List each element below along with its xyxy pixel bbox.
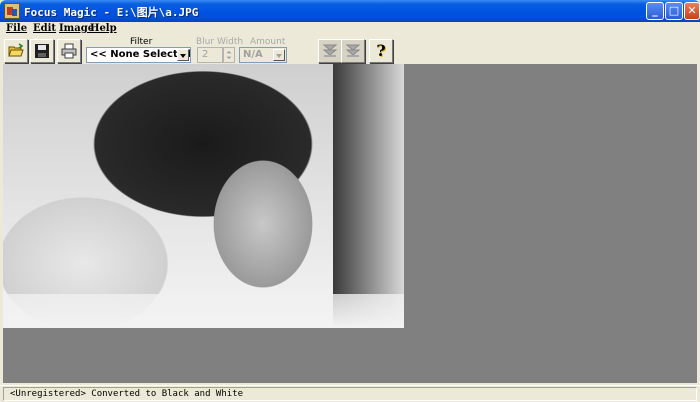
title-bar[interactable]: Focus Magic - E:\图片\a.JPG _ □ ✕ [0, 0, 700, 22]
focus-down-icon [345, 44, 361, 57]
help-question-icon: ? [376, 41, 386, 60]
chevron-down-icon[interactable] [273, 49, 285, 61]
image-workspace[interactable] [3, 64, 697, 383]
spin-arrows-icon [226, 50, 232, 60]
window-title: Focus Magic - E:\图片\a.JPG [24, 6, 199, 19]
focus-batch-button[interactable] [341, 39, 365, 63]
menu-file[interactable]: File [6, 23, 27, 34]
close-button[interactable]: ✕ [684, 2, 700, 20]
status-panel: <Unregistered> Converted to Black and Wh… [3, 387, 697, 401]
open-button[interactable] [4, 39, 28, 63]
save-button[interactable] [30, 39, 54, 63]
blur-width-spinner[interactable] [223, 47, 235, 63]
filter-selected-value: << None Selected >> [90, 49, 191, 60]
menu-edit[interactable]: Edit [33, 23, 56, 34]
help-button[interactable]: ? [369, 39, 393, 63]
app-icon[interactable] [4, 3, 20, 19]
status-text: <Unregistered> Converted to Black and Wh… [10, 389, 243, 399]
blur-width-input[interactable]: 2 [197, 47, 223, 63]
blur-width-label: Blur Width [196, 37, 244, 47]
filter-select[interactable]: << None Selected >> [86, 47, 191, 63]
image-canvas[interactable] [3, 64, 404, 328]
toolbar: Filter << None Selected >> Blur Width 2 … [0, 36, 700, 64]
open-folder-icon [8, 43, 24, 57]
minimize-button[interactable]: _ [646, 2, 664, 20]
amount-label: Amount [250, 37, 286, 47]
filter-label: Filter [130, 37, 153, 47]
status-bar: <Unregistered> Converted to Black and Wh… [0, 385, 700, 402]
menu-help[interactable]: Help [90, 23, 117, 34]
menu-image[interactable]: Image [59, 23, 94, 34]
print-button[interactable] [57, 39, 81, 63]
chevron-down-icon[interactable] [177, 49, 189, 61]
menu-bar: File Edit Image Help [0, 22, 700, 36]
amount-selected-value: N/A [243, 49, 263, 60]
focus-apply-button[interactable] [318, 39, 342, 63]
maximize-button[interactable]: □ [665, 2, 683, 20]
save-disk-icon [35, 44, 49, 58]
amount-select[interactable]: N/A [239, 47, 287, 63]
focus-down-icon [322, 44, 338, 57]
printer-icon [61, 43, 77, 59]
